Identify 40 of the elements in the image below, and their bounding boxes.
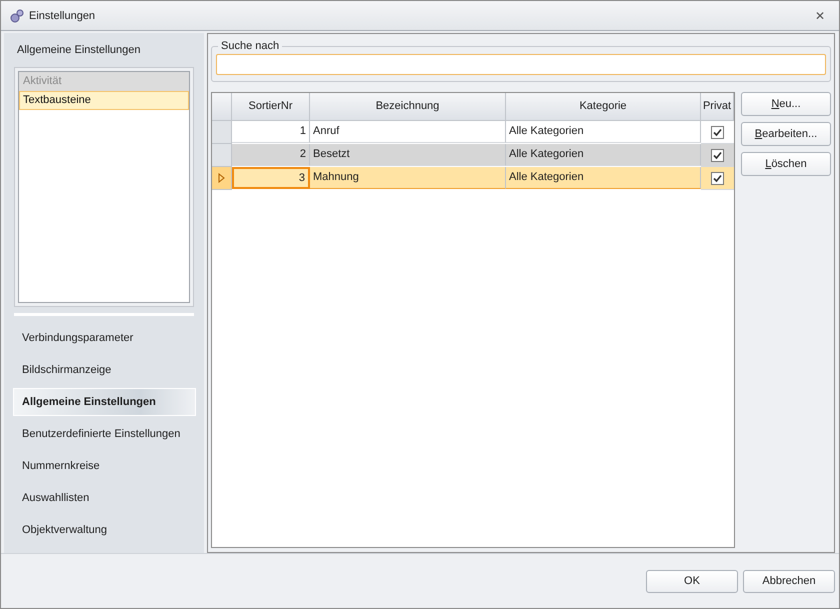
- row-indicator[interactable]: [212, 167, 232, 190]
- search-field[interactable]: [216, 54, 826, 75]
- column-header[interactable]: Bezeichnung: [310, 93, 506, 121]
- access-key: N: [771, 98, 780, 110]
- access-key: L: [765, 158, 772, 170]
- nav-item[interactable]: Allgemeine Einstellungen: [13, 388, 196, 416]
- dialog-button[interactable]: OK: [646, 570, 738, 592]
- search-label: Suche nach: [220, 40, 280, 52]
- nav-item[interactable]: Verbindungsparameter: [13, 324, 196, 352]
- action-button[interactable]: Bearbeiten...: [741, 122, 831, 146]
- nav-item[interactable]: Benutzerdefinierte Einstellungen: [13, 420, 196, 448]
- checkbox[interactable]: [711, 126, 724, 138]
- table-cell: Alle Kategorien: [506, 121, 701, 143]
- nav-item[interactable]: Auswahllisten: [13, 484, 196, 512]
- checkbox[interactable]: [711, 148, 724, 162]
- table-cell: Alle Kategorien: [506, 167, 701, 189]
- window-title: Einstellungen: [29, 10, 96, 22]
- nav-item[interactable]: Bildschirmanzeige: [13, 356, 196, 384]
- access-key: B: [754, 128, 762, 140]
- action-button[interactable]: Neu...: [741, 92, 831, 116]
- table-cell: 3: [232, 167, 310, 189]
- column-header[interactable]: Kategorie: [506, 93, 701, 121]
- nav-item[interactable]: Nummernkreise: [13, 452, 196, 480]
- table-cell: Alle Kategorien: [506, 144, 701, 166]
- column-header: [212, 93, 232, 121]
- column-header[interactable]: Privat: [701, 93, 734, 121]
- nav-item[interactable]: Objektverwaltung: [13, 516, 196, 544]
- column-header[interactable]: SortierNr: [232, 93, 310, 121]
- dialog-button[interactable]: Abbrechen: [743, 570, 835, 592]
- table-cell: Anruf: [310, 121, 506, 143]
- checkbox[interactable]: [711, 172, 724, 184]
- table-cell: 1: [232, 121, 310, 143]
- list-item[interactable]: Textbausteine: [19, 91, 189, 110]
- triangle-icon: [218, 173, 225, 183]
- section-title: Allgemeine Einstellungen: [16, 43, 142, 58]
- table-cell: 2: [232, 144, 310, 166]
- table-cell: Mahnung: [310, 167, 506, 189]
- action-button[interactable]: Löschen: [741, 152, 831, 176]
- table-cell: Besetzt: [310, 144, 506, 166]
- close-button[interactable]: ✕: [809, 8, 831, 22]
